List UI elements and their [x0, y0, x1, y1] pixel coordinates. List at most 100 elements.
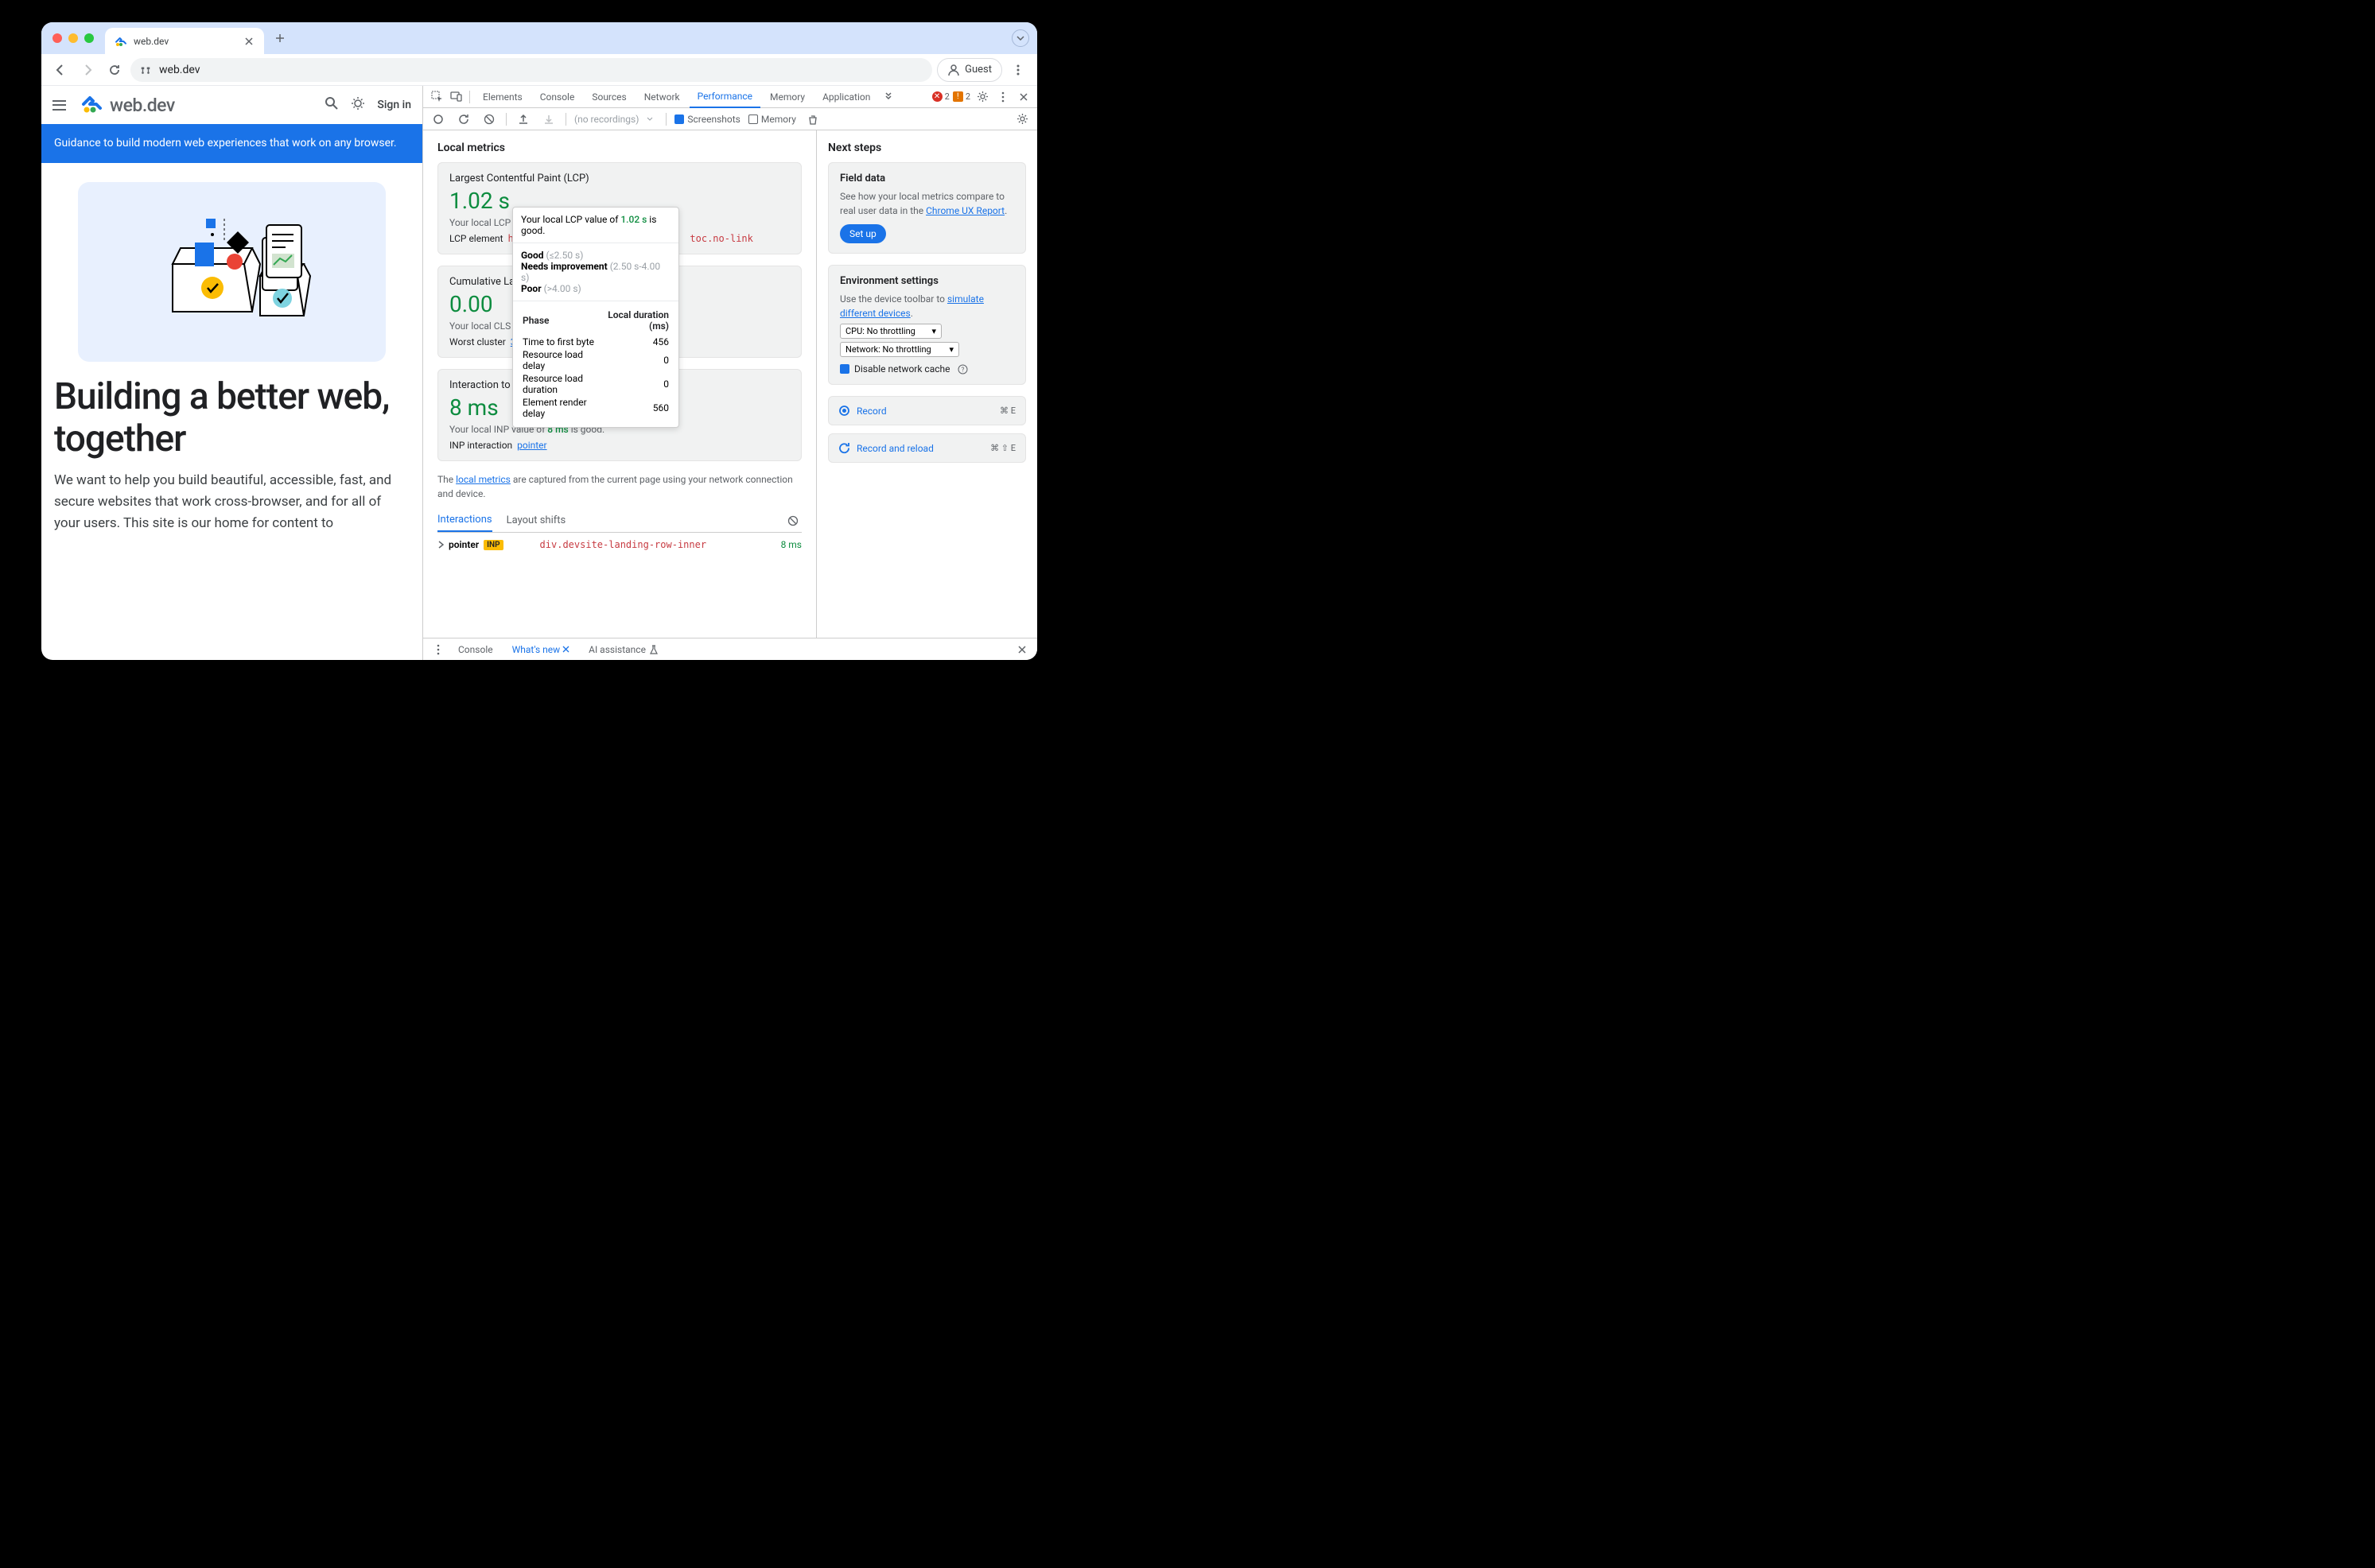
tab-network[interactable]: Network — [636, 86, 688, 108]
performance-toolbar: (no recordings) Screenshots Memory — [423, 108, 1037, 130]
address-bar[interactable]: web.dev — [130, 58, 932, 82]
close-devtools-button[interactable] — [1015, 88, 1032, 106]
back-button[interactable] — [49, 59, 72, 81]
browser-toolbar: web.dev Guest — [41, 54, 1037, 86]
window-controls — [41, 33, 105, 43]
maximize-window-button[interactable] — [84, 33, 94, 43]
reload-icon — [838, 442, 850, 454]
local-metrics-panel: Local metrics Largest Contentful Paint (… — [423, 130, 816, 638]
browser-tabstrip: web.dev — [41, 22, 1037, 54]
tab-layout-shifts[interactable]: Layout shifts — [507, 510, 566, 531]
field-data-card: Field data See how your local metrics co… — [828, 162, 1026, 254]
settings-button[interactable] — [974, 88, 991, 106]
interaction-element: div.devsite-landing-row-inner — [540, 539, 707, 550]
recordings-dropdown[interactable]: (no recordings) — [574, 114, 639, 125]
devtools-drawer: Console What's new AI assistance — [423, 638, 1037, 660]
disable-cache-checkbox[interactable]: Disable network cache? — [840, 363, 1014, 375]
devtools-tabs: Elements Console Sources Network Perform… — [423, 86, 1037, 108]
menu-button[interactable] — [52, 100, 72, 111]
tab-title: web.dev — [134, 36, 237, 47]
tab-performance[interactable]: Performance — [690, 86, 760, 108]
search-button[interactable] — [325, 96, 339, 114]
device-toolbar-button[interactable] — [447, 88, 465, 106]
memory-checkbox[interactable]: Memory — [748, 114, 796, 125]
lcp-tooltip: Your local LCP value of 1.02 s is good. … — [512, 207, 679, 428]
tab-elements[interactable]: Elements — [475, 86, 531, 108]
drawer-tab-ai[interactable]: AI assistance — [581, 638, 667, 661]
inp-badge: INP — [484, 540, 503, 550]
gc-button[interactable] — [804, 111, 822, 128]
site-logo[interactable]: web.dev — [81, 92, 175, 118]
tab-console[interactable]: Console — [532, 86, 583, 108]
stop-button[interactable] — [480, 111, 498, 128]
forward-button[interactable] — [76, 59, 99, 81]
interaction-row[interactable]: pointer INP div.devsite-landing-row-inne… — [437, 533, 802, 557]
field-data-body: See how your local metrics compare to re… — [840, 189, 1014, 218]
site-header: web.dev Sign in — [41, 86, 422, 124]
network-throttling-select[interactable]: Network: No throttling▾ — [840, 342, 959, 357]
minimize-window-button[interactable] — [68, 33, 78, 43]
profile-button[interactable]: Guest — [937, 58, 1002, 82]
hero-illustration — [78, 182, 386, 362]
site-settings-icon — [140, 64, 151, 76]
tab-overflow-button[interactable] — [1012, 29, 1029, 47]
warning-badge[interactable]: !2 — [953, 91, 970, 102]
guest-label: Guest — [965, 64, 992, 76]
hero-body: We want to help you build beautiful, acc… — [41, 460, 422, 535]
tab-close-button[interactable] — [243, 36, 255, 47]
record-action[interactable]: Record ⌘ E — [828, 396, 1026, 425]
env-title: Environment settings — [840, 275, 1014, 287]
guest-icon — [947, 64, 960, 76]
tab-application[interactable]: Application — [814, 86, 878, 108]
record-button[interactable] — [430, 111, 447, 128]
next-steps-title: Next steps — [828, 142, 1026, 154]
logo-icon — [81, 92, 103, 118]
next-steps-panel: Next steps Field data See how your local… — [816, 130, 1037, 638]
screenshots-checkbox[interactable]: Screenshots — [674, 114, 740, 125]
interaction-type: pointer — [449, 539, 479, 550]
favicon — [115, 35, 127, 48]
page-viewport: web.dev Sign in Guidance to build modern… — [41, 86, 423, 660]
error-badge[interactable]: ✕2 — [932, 91, 950, 102]
close-window-button[interactable] — [52, 33, 62, 43]
local-metrics-note: The local metrics are captured from the … — [437, 472, 802, 501]
environment-card: Environment settings Use the device tool… — [828, 265, 1026, 385]
record-reload-action[interactable]: Record and reload ⌘ ⇧ E — [828, 433, 1026, 463]
upload-button[interactable] — [515, 111, 532, 128]
clear-interactions-button[interactable] — [784, 512, 802, 530]
tab-sources[interactable]: Sources — [584, 86, 634, 108]
drawer-tab-console[interactable]: Console — [450, 638, 501, 661]
browser-tab[interactable]: web.dev — [105, 28, 264, 54]
theme-toggle-button[interactable] — [350, 95, 366, 114]
signin-link[interactable]: Sign in — [377, 99, 411, 111]
reload-record-button[interactable] — [455, 111, 472, 128]
chevron-down-icon — [647, 117, 653, 121]
setup-button[interactable]: Set up — [840, 224, 886, 243]
tab-interactions[interactable]: Interactions — [437, 509, 492, 532]
cpu-throttling-select[interactable]: CPU: No throttling▾ — [840, 324, 942, 339]
env-body: Use the device toolbar to simulate diffe… — [840, 292, 1014, 320]
site-wordmark: web.dev — [110, 95, 175, 116]
devtools-menu-button[interactable] — [994, 88, 1012, 106]
help-icon: ? — [958, 364, 968, 375]
inspect-element-button[interactable] — [428, 88, 445, 106]
hero-title: Building a better web, together — [41, 370, 422, 460]
svg-text:?: ? — [962, 366, 965, 373]
new-tab-button[interactable] — [269, 27, 291, 49]
chrome-menu-button[interactable] — [1007, 59, 1029, 81]
drawer-close-button[interactable] — [1013, 641, 1031, 658]
reload-button[interactable] — [103, 59, 126, 81]
inp-interaction-row: INP interaction pointer — [449, 440, 790, 451]
flask-icon — [648, 644, 659, 655]
tab-memory[interactable]: Memory — [762, 86, 813, 108]
drawer-menu-button[interactable] — [430, 641, 447, 658]
expand-icon — [437, 541, 444, 549]
record-icon — [838, 405, 850, 417]
perf-settings-button[interactable] — [1013, 111, 1031, 128]
url-text: web.dev — [159, 64, 200, 76]
metrics-subtabs: Interactions Layout shifts — [437, 509, 802, 533]
banner: Guidance to build modern web experiences… — [41, 124, 422, 163]
download-button[interactable] — [540, 111, 558, 128]
tabs-overflow-button[interactable] — [880, 88, 897, 106]
drawer-tab-whatsnew[interactable]: What's new — [504, 638, 578, 661]
